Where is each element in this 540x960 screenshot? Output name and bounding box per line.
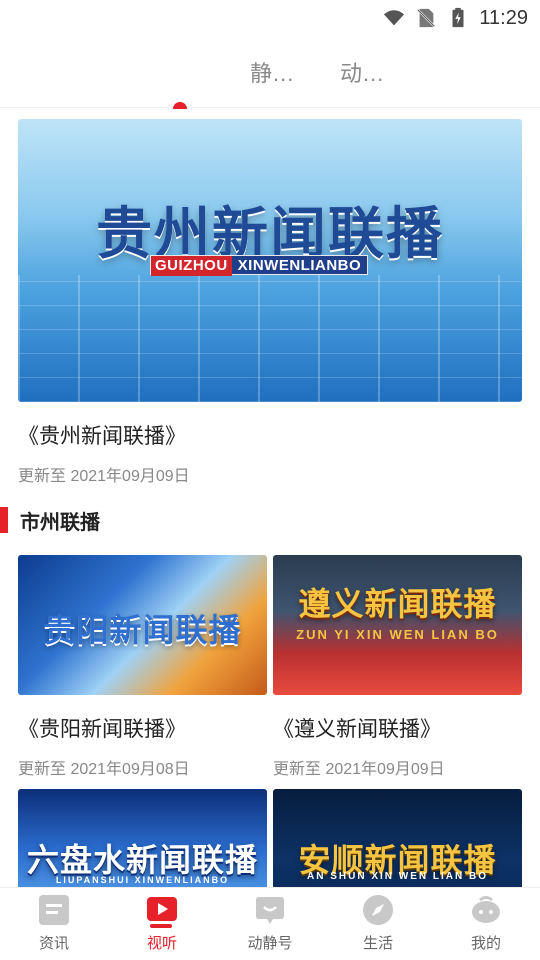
program-title[interactable]: 《遵义新闻联播》	[273, 713, 522, 743]
featured-logo-sub-text: XINWENLIANBO	[237, 257, 362, 274]
play-icon	[147, 897, 177, 921]
featured-logo-sub: GUIZHOU XINWENLIANBO	[150, 255, 369, 276]
featured-thumbnail[interactable]: 贵州新闻联播 GUIZHOU XINWENLIANBO	[18, 119, 522, 402]
program-logo-text: 遵义新闻联播	[298, 585, 497, 623]
program-title[interactable]: 《贵阳新闻联播》	[18, 713, 267, 743]
program-update-date: 更新至 2021年09月08日	[18, 761, 190, 778]
no-sim-icon	[417, 8, 436, 28]
featured-logo-sub-red: GUIZHOU	[151, 256, 232, 276]
featured-title[interactable]: 《贵州新闻联播》	[18, 420, 522, 450]
nav-label-life: 生活	[362, 935, 393, 952]
chat-icon	[256, 897, 284, 924]
tab-indicator	[173, 102, 187, 109]
program-card[interactable]: 贵阳新闻联播 《贵阳新闻联播》 更新至 2021年09月08日	[18, 555, 267, 779]
program-logo-sub: ZUN YI XIN WEN LIAN BO	[296, 627, 499, 642]
section-title: 市州联播	[20, 511, 100, 534]
featured-program[interactable]: 贵州新闻联播 GUIZHOU XINWENLIANBO 《贵州新闻联播》 更新至 …	[18, 119, 522, 486]
nav-label-profile: 我的	[470, 935, 501, 952]
tab-dynamic[interactable]: 动...	[340, 56, 384, 88]
tab-static[interactable]: 静...	[250, 56, 294, 88]
program-thumbnail[interactable]: 贵阳新闻联播	[18, 555, 267, 695]
thumbnail-decoration	[18, 274, 522, 402]
program-thumbnail[interactable]: 遵义新闻联播 ZUN YI XIN WEN LIAN BO	[273, 555, 522, 695]
nav-item-dongjing[interactable]: 动静号	[216, 888, 324, 960]
nav-active-underline	[150, 924, 172, 928]
section-header: 市州联播	[0, 505, 100, 535]
status-time: 11:29	[479, 6, 528, 29]
nav-label-media: 视听	[146, 935, 177, 952]
program-logo-sub: AN SHUN XIN WEN LIAN BO	[307, 871, 488, 882]
news-icon	[39, 895, 69, 925]
program-card[interactable]: 遵义新闻联播 ZUN YI XIN WEN LIAN BO 《遵义新闻联播》 更…	[273, 555, 522, 779]
nav-label-dongjing: 动静号	[247, 935, 293, 952]
section-marker	[0, 507, 8, 533]
profile-icon	[472, 896, 500, 923]
nav-item-life[interactable]: 生活	[324, 888, 432, 960]
wifi-icon	[384, 10, 405, 26]
compass-icon	[363, 895, 393, 925]
nav-label-news: 资讯	[38, 935, 69, 952]
featured-update-date: 更新至 2021年09月09日	[18, 468, 190, 485]
top-tab-bar: 静... 动...	[0, 36, 540, 108]
nav-item-profile[interactable]: 我的	[432, 888, 540, 960]
program-update-date: 更新至 2021年09月09日	[273, 761, 445, 778]
program-logo-text: 贵阳新闻联播	[43, 611, 242, 649]
program-logo-sub: LIUPANSHUI XINWENLIANBO	[55, 875, 230, 885]
battery-charging-icon	[452, 7, 464, 28]
status-bar: 11:29	[0, 0, 540, 36]
nav-item-news[interactable]: 资讯	[0, 888, 108, 960]
bottom-nav: 资讯 视听 动静号 生活 我的	[0, 887, 540, 960]
